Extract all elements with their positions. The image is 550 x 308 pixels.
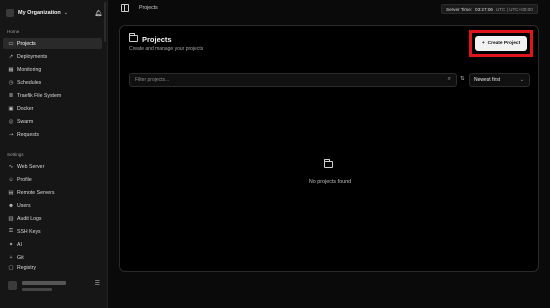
sidebar-item-label: Web Server [17, 163, 45, 170]
sidebar-item-label: SSH Keys [17, 228, 41, 235]
sidebar-item-remote-servers[interactable]: ▤ Remote Servers [3, 187, 102, 198]
user-name-redacted [22, 281, 66, 285]
clock-icon: ◷ [8, 79, 14, 86]
sidebar-item-registry[interactable]: ▢ Registry [3, 265, 102, 271]
filter-placeholder: Filter projects... [135, 77, 170, 83]
sort-value: Newest first [474, 77, 501, 83]
sidebar-item-label: Deployments [17, 53, 48, 60]
sidebar-item-swarm[interactable]: ◎ Swarm [3, 116, 102, 127]
sidebar-scrollbar[interactable] [104, 2, 106, 42]
rocket-icon: ➚ [8, 53, 14, 60]
sort-icon: ⇅ [460, 76, 465, 82]
file-tree-icon: ≣ [8, 92, 14, 99]
user-icon: ☺ [8, 176, 14, 183]
sidebar-item-label: Audit Logs [17, 215, 42, 222]
server-time-value: 03:27:06 [475, 6, 493, 12]
sidebar-item-label: Git [17, 254, 24, 261]
sidebar-item-profile[interactable]: ☺ Profile [3, 174, 102, 185]
sidebar-item-label: Requests [17, 131, 39, 138]
highlight-box: + Create Project [469, 30, 533, 57]
package-icon: ▢ [8, 265, 14, 271]
sidebar-item-label: Traefik File System [17, 92, 62, 99]
sidebar-item-label: Monitoring [17, 66, 42, 73]
sidebar-item-label: Remote Servers [17, 189, 55, 196]
sidebar-item-label: AI [17, 241, 22, 248]
create-project-button[interactable]: + Create Project [475, 36, 527, 51]
sidebar-item-label: Registry [17, 265, 37, 271]
projects-panel: Projects Create and manage your projects… [119, 25, 539, 272]
activity-icon: ∿ [8, 163, 14, 170]
box-icon: ▣ [8, 105, 14, 112]
sort-select[interactable]: Newest first ⌄ [469, 73, 530, 87]
sidebar-item-users[interactable]: ☻ Users [3, 200, 102, 211]
sidebar-item-projects[interactable]: ▭ Projects [3, 38, 102, 49]
server-time-label: Server Time: [446, 6, 473, 12]
app-window: My Organization ⌄ 🔔︎ Home ▭ Projects ➚ D… [0, 0, 550, 308]
sidebar: My Organization ⌄ 🔔︎ Home ▭ Projects ➚ D… [0, 0, 108, 308]
sidebar-item-label: Users [17, 202, 31, 209]
server-timezone: UTC | UTC+00:00 [495, 6, 533, 12]
sidebar-item-label: Profile [17, 176, 32, 183]
sidebar-item-label: Swarm [17, 118, 34, 125]
network-icon: ◎ [8, 118, 14, 125]
page-subtitle: Create and manage your projects [129, 46, 204, 52]
chart-icon: ▦ [8, 66, 14, 73]
section-label-home: Home [7, 29, 20, 34]
sidebar-item-schedules[interactable]: ◷ Schedules [3, 77, 102, 88]
server-time-badge: Server Time: 03:27:06 UTC | UTC+00:00 [441, 4, 538, 14]
arrow-icon: ⇢ [8, 131, 14, 138]
chevron-down-icon: ⌄ [519, 77, 524, 83]
users-icon: ☻ [8, 202, 14, 209]
empty-state-text: No projects found [308, 179, 352, 185]
org-logo-icon [6, 9, 14, 17]
folder-icon: ▭ [8, 40, 14, 47]
top-bar: Projects Server Time: 03:27:06 UTC | UTC… [108, 0, 550, 18]
page-title-text: Projects [142, 35, 172, 44]
sidebar-item-docker[interactable]: ▣ Docker [3, 103, 102, 114]
sidebar-item-label: Schedules [17, 79, 42, 86]
server-icon: ▤ [8, 189, 14, 196]
sidebar-item-label: Projects [17, 40, 36, 47]
sidebar-item-monitoring[interactable]: ▦ Monitoring [3, 64, 102, 75]
folder-empty-icon [324, 159, 333, 170]
sidebar-item-requests[interactable]: ⇢ Requests [3, 129, 102, 140]
section-label-settings: Settings [7, 152, 24, 157]
page-title: Projects [129, 33, 172, 44]
sidebar-item-ai[interactable]: ✦ AI [3, 239, 102, 250]
sidebar-toggle-icon[interactable] [121, 4, 129, 12]
sidebar-item-label: Docker [17, 105, 34, 112]
key-icon: ⚿ [8, 228, 14, 234]
org-switcher[interactable]: My Organization ⌄ 🔔︎ [6, 6, 102, 20]
search-icon: ⌕ [447, 76, 451, 82]
avatar [8, 281, 17, 290]
chevron-down-icon: ⌄ [63, 10, 68, 16]
user-email-redacted [22, 288, 52, 291]
bell-icon[interactable]: 🔔︎ [94, 10, 102, 17]
bot-icon: ✦ [8, 241, 14, 248]
folder-icon [129, 33, 138, 44]
menu-icon[interactable]: ☰ [95, 280, 100, 287]
org-name: My Organization [18, 10, 61, 16]
plus-icon: + [481, 41, 485, 46]
sidebar-item-traefik[interactable]: ≣ Traefik File System [3, 90, 102, 101]
sidebar-item-deployments[interactable]: ➚ Deployments [3, 51, 102, 62]
user-menu[interactable]: ☰ [6, 278, 102, 300]
sidebar-item-git[interactable]: ⑂ Git [3, 252, 102, 263]
sidebar-item-ssh-keys[interactable]: ⚿ SSH Keys [3, 226, 102, 237]
sidebar-item-audit-logs[interactable]: ▥ Audit Logs [3, 213, 102, 224]
sidebar-item-web-server[interactable]: ∿ Web Server [3, 161, 102, 172]
filter-input[interactable]: Filter projects... ⌕ [129, 73, 457, 87]
breadcrumb[interactable]: Projects [139, 5, 158, 11]
create-project-label: Create Project [487, 41, 521, 46]
log-icon: ▥ [8, 215, 14, 222]
git-icon: ⑂ [9, 254, 13, 261]
